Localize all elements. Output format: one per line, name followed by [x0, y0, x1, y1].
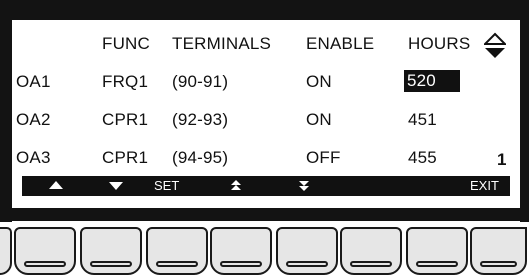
key-notch [24, 261, 66, 267]
func-value: CPR1 [102, 110, 149, 129]
triangle-down-icon[interactable] [108, 176, 124, 196]
softkey-6-button[interactable] [340, 227, 402, 275]
bezel-top [0, 0, 529, 20]
key-notch [90, 261, 132, 267]
output-label: OA3 [16, 148, 51, 167]
bezel-right [520, 0, 529, 222]
set-softkey-label[interactable]: SET [154, 176, 179, 196]
hours-value: 451 [408, 110, 437, 129]
page-up-icon[interactable] [230, 176, 242, 196]
key-notch [350, 261, 392, 267]
key-edge-left [0, 227, 12, 275]
softkey-3-button[interactable] [146, 227, 208, 275]
keypad [0, 221, 529, 278]
key-notch [480, 261, 517, 267]
terminals-value: (94-95) [172, 148, 229, 167]
terminals-value: (90-91) [172, 72, 229, 91]
softkey-8-button[interactable] [470, 227, 527, 275]
softkey-2-button[interactable] [80, 227, 142, 275]
enable-value: OFF [306, 148, 341, 167]
softkey-5-button[interactable] [276, 227, 338, 275]
softkey-7-button[interactable] [406, 227, 468, 275]
softkey-4-button[interactable] [210, 227, 272, 275]
page-down-icon[interactable] [298, 176, 310, 196]
lcd-screen: FUNC TERMINALS ENABLE HOURS OA1 FRQ1 (90… [12, 20, 520, 208]
output-label: OA1 [16, 72, 51, 91]
exit-softkey-label[interactable]: EXIT [470, 176, 499, 196]
scroll-up-down-icon [482, 32, 508, 60]
softkey-1-button[interactable] [14, 227, 76, 275]
bezel-left [0, 0, 12, 222]
key-notch [286, 261, 328, 267]
func-value: CPR1 [102, 148, 149, 167]
header-enable: ENABLE [306, 34, 375, 53]
enable-value: ON [306, 110, 332, 129]
enable-value: ON [306, 72, 332, 91]
func-value: FRQ1 [102, 72, 149, 91]
key-notch [416, 261, 458, 267]
triangle-up-icon[interactable] [48, 176, 64, 196]
key-notch [220, 261, 262, 267]
page-number: 1 [497, 150, 507, 169]
header-func: FUNC [102, 34, 151, 53]
bezel-bottom [0, 208, 529, 221]
terminals-value: (92-93) [172, 110, 229, 129]
hours-value: 455 [408, 148, 437, 167]
header-terminals: TERMINALS [172, 34, 272, 53]
key-notch [156, 261, 198, 267]
output-label: OA2 [16, 110, 51, 129]
hours-value-selected[interactable]: 520 [404, 70, 460, 92]
header-hours: HOURS [408, 34, 471, 53]
softkey-bar: SET EXIT [22, 176, 510, 196]
